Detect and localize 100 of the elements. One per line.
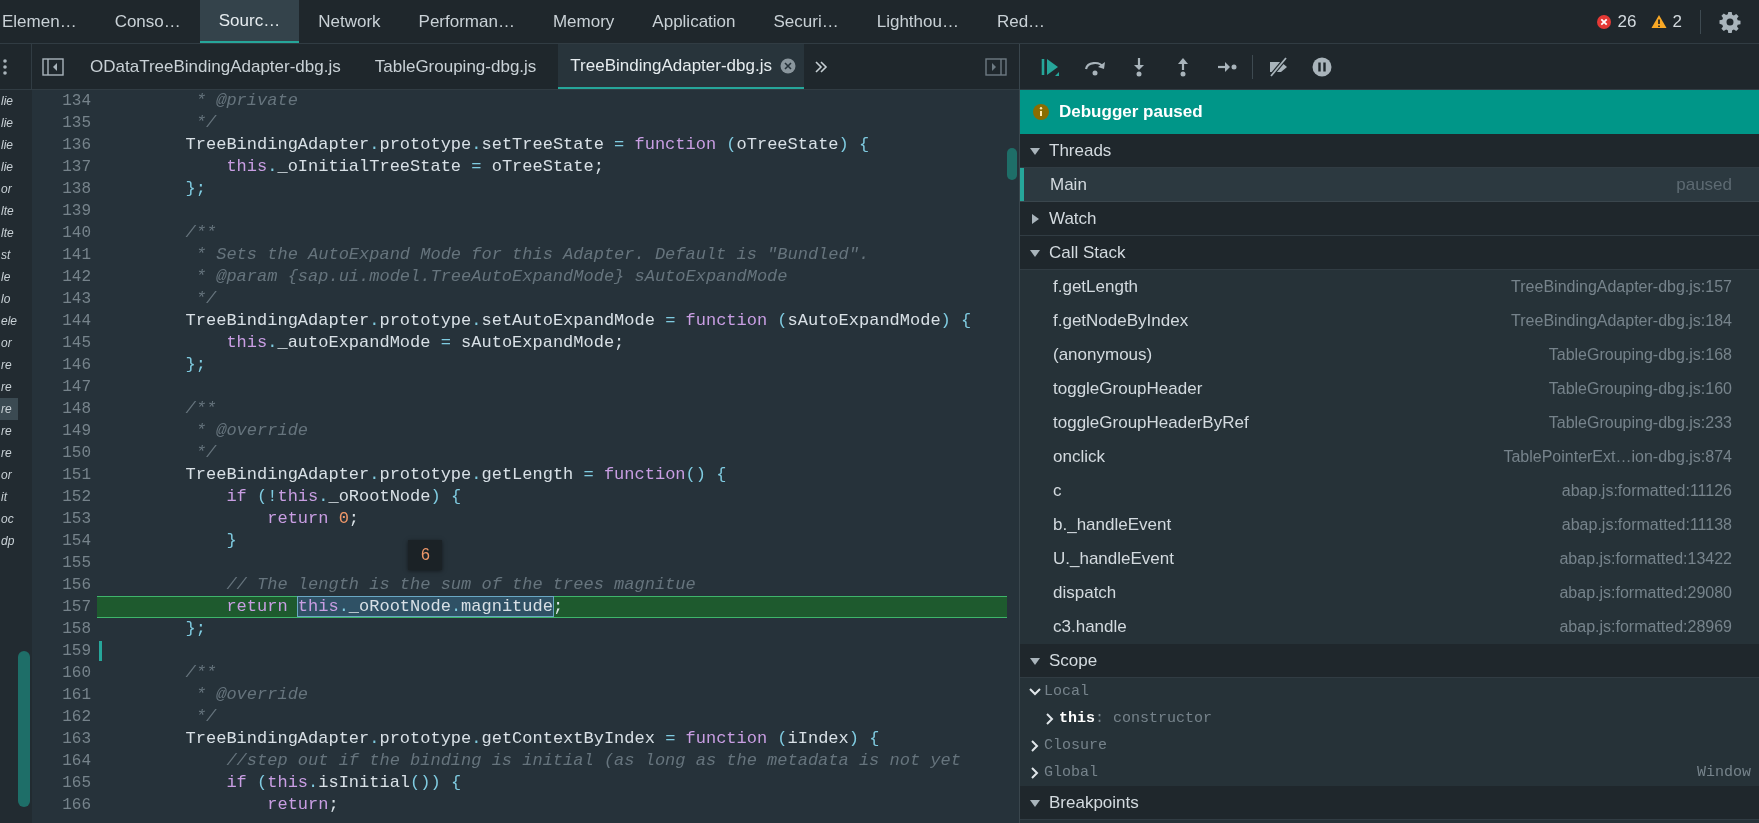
file-item[interactable]: lo xyxy=(0,288,18,310)
panel-tab[interactable]: Securi… xyxy=(754,0,858,43)
frame-name[interactable]: onclick xyxy=(1053,447,1105,467)
thread-name: Main xyxy=(1050,174,1087,195)
file-item[interactable]: or xyxy=(0,464,18,486)
code-line: this._autoExpandMode = sAutoExpandMode; xyxy=(225,332,626,354)
code-line: //step out if the binding is initial (as long as the metadata is not yet xyxy=(225,750,962,772)
scope-value: Window xyxy=(1697,764,1751,781)
code-line: }; xyxy=(184,354,208,376)
sidebar-toggle-icon[interactable] xyxy=(42,57,64,76)
file-item[interactable]: le xyxy=(0,266,18,288)
frame-name[interactable]: toggleGroupHeaderByRef xyxy=(1053,413,1249,433)
property[interactable]: this: constructor xyxy=(1059,710,1213,727)
file-item[interactable]: lie xyxy=(0,156,18,178)
section-header[interactable]: Call Stack xyxy=(1020,236,1759,270)
code-line: return 0; xyxy=(266,508,361,530)
code-line: TreeBindingAdapter.prototype.setAutoExpandMode = function (sAutoExpandMode) { xyxy=(184,310,973,332)
banner-text: Debugger paused xyxy=(1059,102,1203,122)
collapsed-triangle-icon[interactable] xyxy=(1030,213,1040,224)
file-item[interactable]: re xyxy=(0,420,18,442)
panel-tab[interactable]: Elemen… xyxy=(0,0,96,43)
section-header[interactable]: Threads xyxy=(1020,134,1759,168)
code-line: } xyxy=(225,530,238,552)
settings-icon[interactable] xyxy=(1719,10,1741,33)
expanded-triangle-icon[interactable] xyxy=(1030,247,1040,258)
file-tab[interactable]: TableGrouping-dbg.js xyxy=(362,44,559,89)
file-item[interactable]: lie xyxy=(0,112,18,134)
file-item[interactable]: re xyxy=(0,376,18,398)
expanded-triangle-icon[interactable] xyxy=(1030,655,1040,666)
warning-icon[interactable] xyxy=(1650,14,1667,29)
frame-name[interactable]: (anonymous) xyxy=(1053,345,1153,365)
panel-tab[interactable]: Conso… xyxy=(95,0,200,43)
panel-tab[interactable]: Memory xyxy=(533,0,634,43)
file-item[interactable]: oc xyxy=(0,508,18,530)
panel-tab[interactable]: Lighthou… xyxy=(857,0,978,43)
frame-name[interactable]: f.getLength xyxy=(1053,277,1139,297)
code-line: * @override xyxy=(194,420,310,442)
frame-name[interactable]: c3.handle xyxy=(1053,617,1127,637)
file-tab[interactable]: ODataTreeBindingAdapter-dbg.js xyxy=(78,44,363,89)
frame-name[interactable]: toggleGroupHeader xyxy=(1053,379,1203,399)
code-line: TreeBindingAdapter.prototype.getContextByIndex = function (iIndex) { xyxy=(184,728,881,750)
code-line: if (this.isInitial()) { xyxy=(225,772,463,794)
code-line: /** xyxy=(184,662,218,684)
code-line: // The length is the sum of the trees magnitue xyxy=(225,574,697,596)
chevron-right-icon[interactable] xyxy=(1044,712,1056,725)
sidebar-toggle-icon[interactable] xyxy=(985,57,1007,76)
error-icon[interactable] xyxy=(1595,13,1612,30)
file-item[interactable]: re xyxy=(0,354,18,376)
chevron-right-icon[interactable] xyxy=(1029,739,1041,752)
more-icon[interactable] xyxy=(2,57,8,76)
chevrons-icon[interactable] xyxy=(813,59,828,74)
file-item[interactable]: lte xyxy=(0,200,18,222)
file-item[interactable]: st xyxy=(0,244,18,266)
file-item[interactable]: lie xyxy=(0,134,18,156)
frame-name[interactable]: b._handleEvent xyxy=(1053,515,1172,535)
close-icon[interactable] xyxy=(779,57,796,74)
code-line: TreeBindingAdapter.prototype.getLength = function() { xyxy=(184,464,728,486)
file-item[interactable]: lie xyxy=(0,90,18,112)
code-line: }; xyxy=(184,178,208,200)
deactivate-breakpoints-icon[interactable] xyxy=(1267,55,1289,78)
error-count[interactable]: 26 xyxy=(1617,11,1637,32)
section-header[interactable]: Breakpoints xyxy=(1020,786,1759,820)
file-item[interactable]: lte xyxy=(0,222,18,244)
code-line: }; xyxy=(184,618,208,640)
code-line: return; xyxy=(266,794,340,816)
pause-icon[interactable] xyxy=(1311,55,1333,78)
code-line: * @private xyxy=(194,90,299,112)
frame-name[interactable]: U._handleEvent xyxy=(1053,549,1174,569)
file-tab[interactable]: TreeBindingAdapter-dbg.js xyxy=(558,44,804,89)
warning-count[interactable]: 2 xyxy=(1672,11,1682,32)
expanded-triangle-icon[interactable] xyxy=(1030,145,1040,156)
panel-tab[interactable]: Sourc… xyxy=(199,0,300,43)
frame-name[interactable]: f.getNodeByIndex xyxy=(1053,311,1189,331)
frame-name[interactable]: c xyxy=(1053,481,1062,501)
file-item[interactable]: or xyxy=(0,332,18,354)
file-item[interactable]: or xyxy=(0,178,18,200)
panel-tab[interactable]: Performan… xyxy=(399,0,534,43)
scrollbar-thumb[interactable] xyxy=(1007,148,1017,180)
panel-tab[interactable]: Application xyxy=(633,0,755,43)
panel-tab[interactable]: Red… xyxy=(977,0,1065,43)
code-line: * @override xyxy=(194,684,310,706)
frame-name[interactable]: dispatch xyxy=(1053,583,1117,603)
file-item[interactable]: re xyxy=(0,398,18,420)
chevron-down-icon[interactable] xyxy=(1029,685,1041,698)
panel-tab[interactable]: Network xyxy=(299,0,400,43)
file-item[interactable]: it xyxy=(0,486,18,508)
file-item[interactable]: ele xyxy=(0,310,18,332)
chevron-right-icon[interactable] xyxy=(1029,766,1041,779)
scrollbar-thumb[interactable] xyxy=(18,651,30,807)
code-line: */ xyxy=(194,706,218,728)
file-item[interactable]: dp xyxy=(0,530,18,552)
section-header[interactable]: Scope xyxy=(1020,644,1759,678)
code-line: */ xyxy=(194,288,218,310)
code-line: */ xyxy=(194,112,218,134)
file-item[interactable]: re xyxy=(0,442,18,464)
code-line: this._oInitialTreeState = oTreeState; xyxy=(225,156,605,178)
section-header[interactable]: Watch xyxy=(1020,202,1759,236)
expanded-triangle-icon[interactable] xyxy=(1030,797,1040,808)
code-line: TreeBindingAdapter.prototype.setTreeState = function (oTreeState) { xyxy=(184,134,871,156)
code-line: */ xyxy=(194,442,218,464)
